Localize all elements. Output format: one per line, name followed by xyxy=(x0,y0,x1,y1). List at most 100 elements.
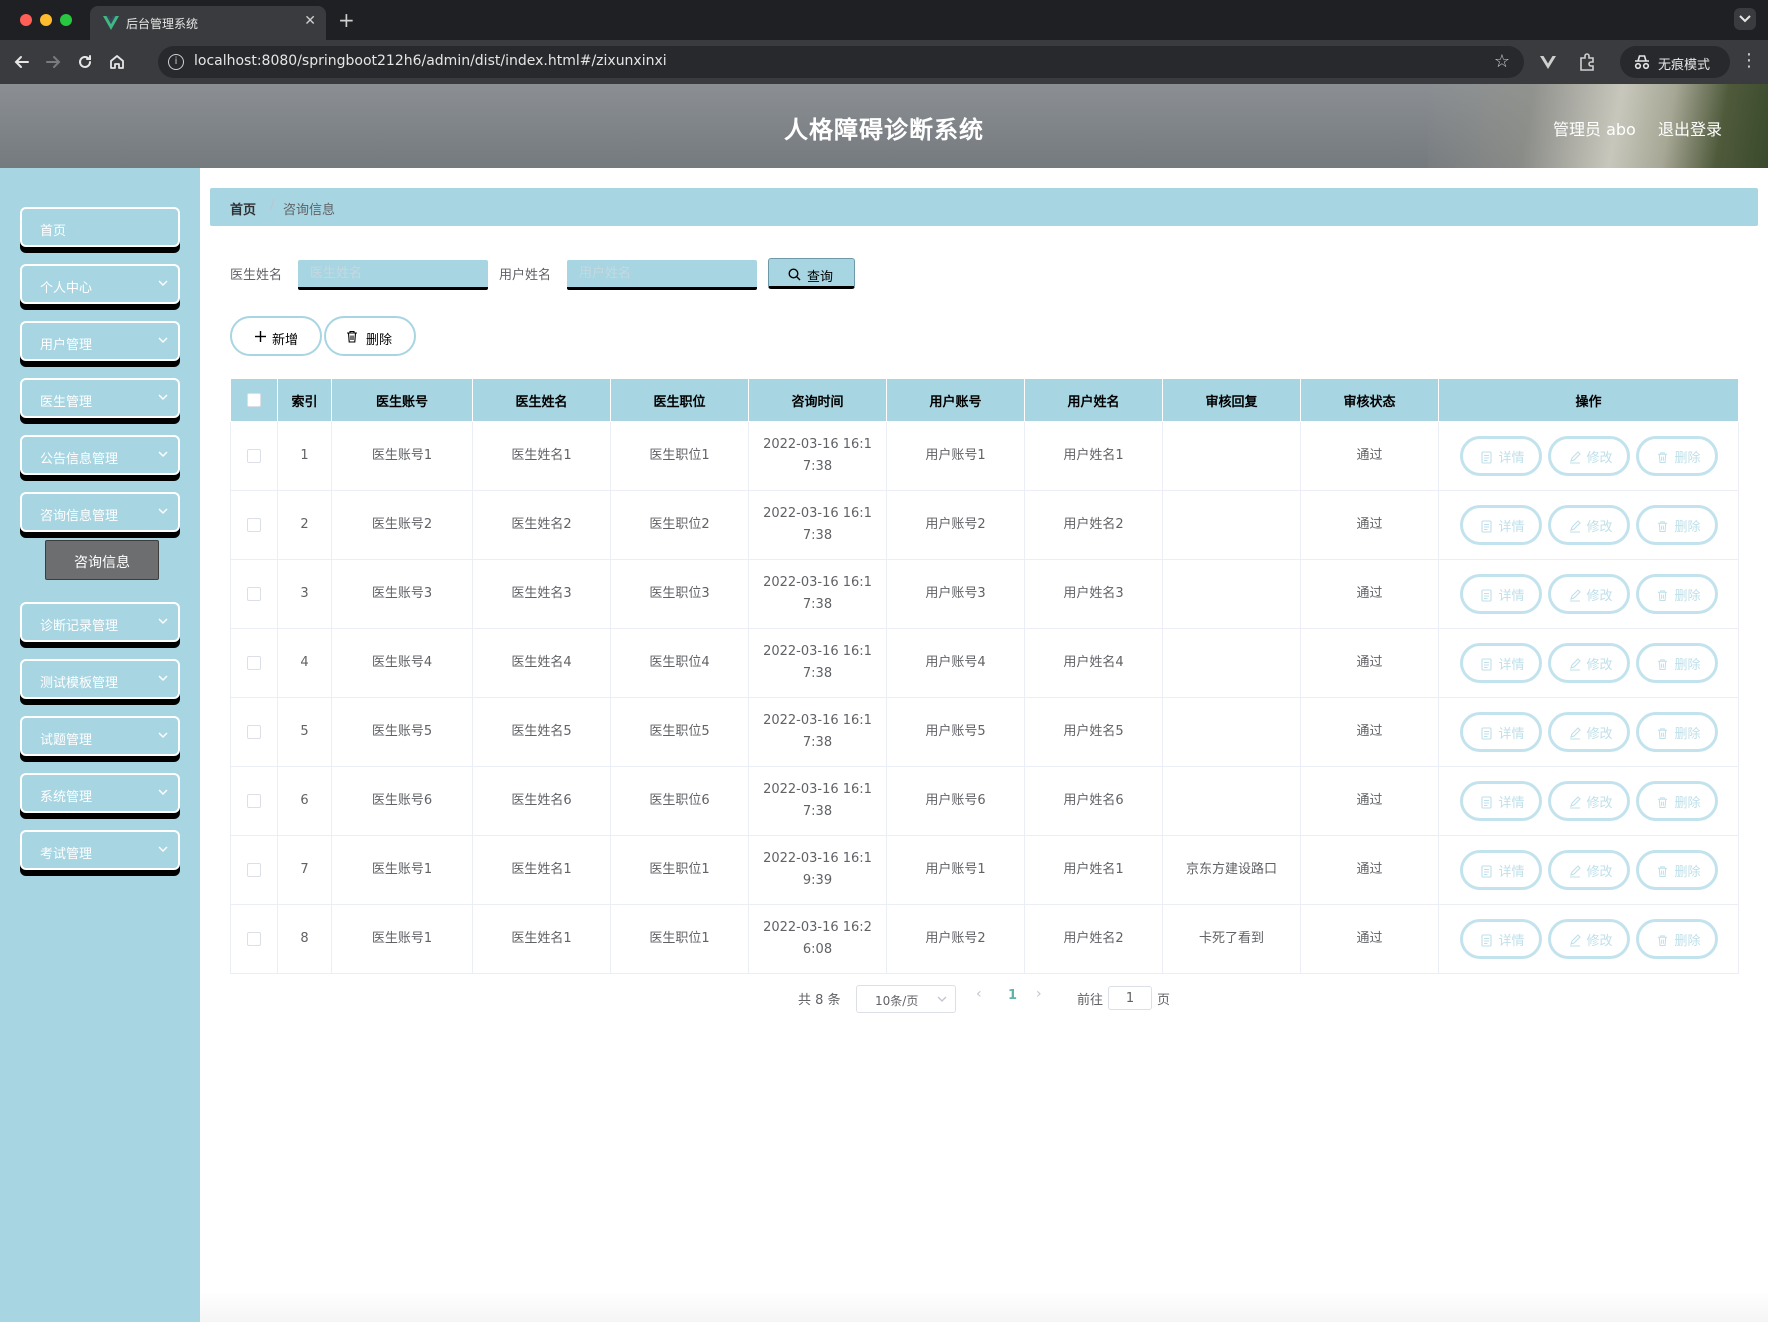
delete-button[interactable]: 删除 xyxy=(1635,574,1718,614)
browser-menu-icon[interactable]: ⋮ xyxy=(1740,52,1758,70)
sidebar-item-user-management[interactable]: 用户管理 xyxy=(20,321,180,361)
select-all-checkbox[interactable] xyxy=(247,393,261,407)
trash-icon xyxy=(1657,866,1667,878)
user-name-input[interactable] xyxy=(567,260,757,290)
sidebar-item-doctor-management[interactable]: 医生管理 xyxy=(20,378,180,418)
reload-icon[interactable] xyxy=(75,52,95,72)
edit-button-label: 修改 xyxy=(1586,589,1613,604)
detail-button-label: 详情 xyxy=(1498,865,1525,880)
next-page-icon[interactable]: › xyxy=(1036,986,1042,1002)
delete-button[interactable]: 删除 xyxy=(1635,712,1718,752)
cell-user-name: 用户姓名3 xyxy=(1024,559,1163,629)
window-close-button[interactable] xyxy=(20,14,32,26)
extensions-icon[interactable] xyxy=(1577,52,1597,72)
window-minimize-button[interactable] xyxy=(40,14,52,26)
cell-index: 2 xyxy=(277,490,332,560)
row-checkbox[interactable] xyxy=(247,448,261,463)
back-icon[interactable] xyxy=(12,52,32,72)
sidebar-item-question-management[interactable]: 试题管理 xyxy=(20,716,180,756)
add-button[interactable]: 新增 xyxy=(230,316,322,356)
home-icon[interactable] xyxy=(107,52,127,72)
sidebar-item-consult-management[interactable]: 咨询信息管理 xyxy=(20,492,180,532)
row-checkbox[interactable] xyxy=(247,793,261,808)
detail-button[interactable]: 详情 xyxy=(1459,643,1542,683)
sidebar-item-home[interactable]: 首页 xyxy=(20,207,180,247)
sidebar-item-diagnosis-management[interactable]: 诊断记录管理 xyxy=(20,602,180,642)
edit-button[interactable]: 修改 xyxy=(1547,712,1630,752)
page-size-select[interactable]: 10条/页 xyxy=(856,985,956,1013)
tab-close-icon[interactable]: ✕ xyxy=(304,13,316,29)
cell-user-account: 用户账号1 xyxy=(886,421,1025,491)
detail-button[interactable]: 详情 xyxy=(1459,505,1542,545)
tab-search-button[interactable] xyxy=(1734,8,1756,30)
pagination-page-1[interactable]: 1 xyxy=(1008,988,1017,1003)
sidebar-subitem-consult-info[interactable]: 咨询信息 xyxy=(45,540,159,580)
address-bar[interactable]: i localhost:8080/springboot212h6/admin/d… xyxy=(158,46,1524,78)
detail-button[interactable]: 详情 xyxy=(1459,436,1542,476)
detail-button-label: 详情 xyxy=(1498,658,1525,673)
document-icon xyxy=(1480,520,1492,533)
goto-page-input[interactable] xyxy=(1108,986,1152,1010)
delete-button[interactable]: 删除 xyxy=(1635,643,1718,683)
cell-doctor-name: 医生姓名4 xyxy=(472,628,611,698)
cell-doctor-position: 医生职位1 xyxy=(610,835,749,905)
trash-icon xyxy=(1657,590,1667,602)
prev-page-icon[interactable]: ‹ xyxy=(976,986,982,1002)
delete-button[interactable]: 删除 xyxy=(1635,919,1718,959)
cell-select xyxy=(230,835,278,905)
sidebar-item-personal-center[interactable]: 个人中心 xyxy=(20,264,180,304)
edit-button[interactable]: 修改 xyxy=(1547,574,1630,614)
detail-button[interactable]: 详情 xyxy=(1459,781,1542,821)
vue-devtools-icon[interactable] xyxy=(1538,52,1558,72)
consult-table: 索引 医生账号 医生姓名 医生职位 咨询时间 用户账号 用户姓名 审核回复 审核… xyxy=(230,378,1739,974)
edit-button[interactable]: 修改 xyxy=(1547,643,1630,683)
detail-button[interactable]: 详情 xyxy=(1459,574,1542,614)
batch-delete-button[interactable]: 删除 xyxy=(324,316,416,356)
row-checkbox[interactable] xyxy=(247,724,261,739)
sidebar-item-system-management[interactable]: 系统管理 xyxy=(20,773,180,813)
sidebar-item-exam-management[interactable]: 考试管理 xyxy=(20,830,180,870)
forward-icon[interactable] xyxy=(43,52,63,72)
logout-link[interactable]: 退出登录 xyxy=(1658,116,1722,140)
browser-tab[interactable]: 后台管理系统 ✕ xyxy=(90,6,326,40)
bookmark-star-icon[interactable]: ☆ xyxy=(1494,51,1510,72)
cell-select xyxy=(230,697,278,767)
edit-button[interactable]: 修改 xyxy=(1547,505,1630,545)
delete-button[interactable]: 删除 xyxy=(1635,781,1718,821)
row-checkbox[interactable] xyxy=(247,655,261,670)
delete-button[interactable]: 删除 xyxy=(1635,505,1718,545)
cell-doctor-name: 医生姓名3 xyxy=(472,559,611,629)
cell-doctor-account: 医生账号5 xyxy=(331,697,473,767)
row-checkbox[interactable] xyxy=(247,517,261,532)
incognito-button[interactable]: 无痕模式 xyxy=(1620,46,1730,78)
sidebar-item-label: 医生管理 xyxy=(40,395,93,410)
row-checkbox[interactable] xyxy=(247,862,261,877)
breadcrumb-home[interactable]: 首页 xyxy=(230,199,256,218)
sidebar-item-test-template-management[interactable]: 测试模板管理 xyxy=(20,659,180,699)
site-info-icon[interactable]: i xyxy=(168,54,184,70)
detail-button[interactable]: 详情 xyxy=(1459,712,1542,752)
query-button[interactable]: 查询 xyxy=(768,258,855,289)
row-checkbox[interactable] xyxy=(247,586,261,601)
edit-button[interactable]: 修改 xyxy=(1547,781,1630,821)
cell-actions: 详情 修改 删除 xyxy=(1438,835,1739,905)
sidebar-item-notice-management[interactable]: 公告信息管理 xyxy=(20,435,180,475)
edit-button[interactable]: 修改 xyxy=(1547,436,1630,476)
cell-consult-time: 2022-03-16 16:17:38 xyxy=(748,697,887,767)
detail-button[interactable]: 详情 xyxy=(1459,850,1542,890)
row-checkbox[interactable] xyxy=(247,931,261,946)
detail-button[interactable]: 详情 xyxy=(1459,919,1542,959)
delete-button[interactable]: 删除 xyxy=(1635,850,1718,890)
plus-icon xyxy=(255,331,266,342)
user-name-label: 用户姓名 xyxy=(499,268,552,283)
incognito-label: 无痕模式 xyxy=(1658,58,1711,73)
edit-button[interactable]: 修改 xyxy=(1547,919,1630,959)
edit-button[interactable]: 修改 xyxy=(1547,850,1630,890)
trash-icon xyxy=(1657,728,1667,740)
browser-tab-strip: 后台管理系统 ✕ + xyxy=(0,0,1768,40)
pencil-icon xyxy=(1569,658,1581,671)
doctor-name-input[interactable] xyxy=(298,260,488,290)
delete-button[interactable]: 删除 xyxy=(1635,436,1718,476)
window-maximize-button[interactable] xyxy=(60,14,72,26)
new-tab-icon[interactable]: + xyxy=(338,8,355,32)
